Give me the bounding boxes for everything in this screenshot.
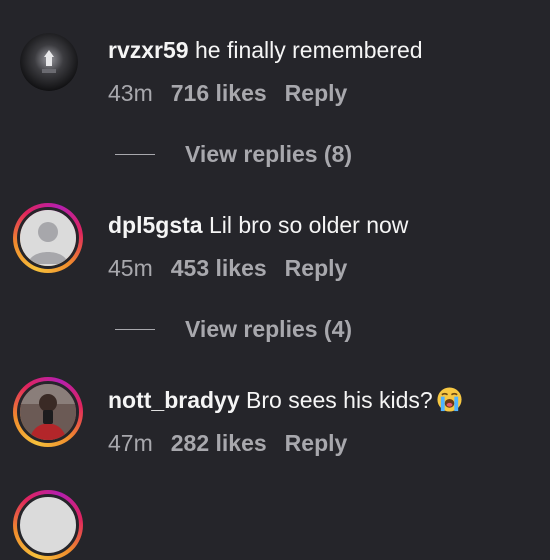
- comment-meta: 43m 716 likes Reply: [108, 79, 365, 107]
- loudly-crying-face-icon: [437, 387, 462, 412]
- comment-text: Bro sees his kids?: [246, 387, 433, 413]
- likes-count[interactable]: 716 likes: [171, 80, 267, 106]
- user-avatar-photo: [20, 384, 76, 440]
- avatar-inner: [17, 207, 79, 269]
- default-user-icon: [20, 210, 76, 266]
- avatar[interactable]: [13, 203, 83, 273]
- comment-meta: 47m 282 likes Reply: [108, 429, 365, 457]
- view-replies-button[interactable]: View replies (4): [185, 315, 352, 343]
- timestamp: 47m: [108, 430, 153, 456]
- comment-line: nott_bradyy Bro sees his kids?: [108, 386, 463, 414]
- likes-count[interactable]: 453 likes: [171, 255, 267, 281]
- divider: [115, 154, 155, 155]
- reply-button[interactable]: Reply: [285, 430, 348, 456]
- comment-line: rvzxr59 he finally remembered: [108, 36, 423, 64]
- username[interactable]: nott_bradyy: [108, 387, 240, 413]
- username[interactable]: dpl5gsta: [108, 212, 203, 238]
- view-replies-button[interactable]: View replies (8): [185, 140, 352, 168]
- comment-text: Lil bro so older now: [208, 212, 409, 238]
- divider: [115, 329, 155, 330]
- timestamp: 45m: [108, 255, 153, 281]
- avatar[interactable]: [13, 377, 83, 447]
- comment-line: dpl5gsta Lil bro so older now: [108, 211, 408, 239]
- avatar-inner: [17, 494, 79, 556]
- comment-meta: 45m 453 likes Reply: [108, 254, 365, 282]
- user-avatar-photo: [20, 33, 78, 91]
- avatar-inner: [17, 381, 79, 443]
- reply-button[interactable]: Reply: [285, 80, 348, 106]
- username[interactable]: rvzxr59: [108, 37, 189, 63]
- likes-count[interactable]: 282 likes: [171, 430, 267, 456]
- reply-button[interactable]: Reply: [285, 255, 348, 281]
- comment-text: he finally remembered: [194, 37, 423, 63]
- avatar[interactable]: [20, 33, 78, 91]
- timestamp: 43m: [108, 80, 153, 106]
